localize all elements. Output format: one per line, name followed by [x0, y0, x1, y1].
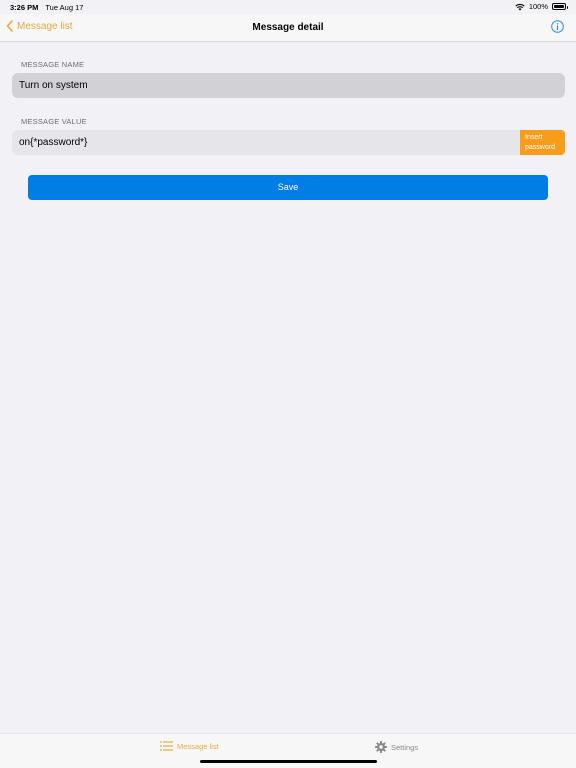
message-name-field[interactable]: Turn on system [12, 73, 565, 98]
home-indicator [200, 760, 377, 763]
wifi-icon [515, 3, 525, 10]
tab-settings-label: Settings [391, 742, 419, 752]
insert-password-line1: Insert [525, 134, 543, 141]
message-value-label: MESSAGE VALUE [21, 117, 87, 126]
message-value-field[interactable]: on{*password*} [12, 130, 520, 155]
status-bar: 3:26 PM Tue Aug 17 100% [0, 0, 576, 14]
status-time: 3:26 PM [10, 3, 39, 12]
status-date: Tue Aug 17 [45, 3, 84, 12]
list-icon [160, 741, 173, 751]
insert-password-line2: password [525, 143, 555, 151]
status-left: 3:26 PM Tue Aug 17 [10, 3, 83, 12]
screen: 3:26 PM Tue Aug 17 100% Message list Mes… [0, 0, 576, 768]
status-right: 100% [515, 2, 568, 11]
insert-password-button[interactable]: Insert password [520, 130, 565, 155]
tab-settings[interactable]: Settings [375, 741, 418, 753]
gear-icon [375, 741, 387, 753]
battery-icon [552, 3, 568, 10]
message-name-label: MESSAGE NAME [21, 60, 85, 69]
tab-message-list[interactable]: Message list [160, 741, 219, 751]
page-title: Message detail [252, 22, 324, 33]
save-button[interactable]: Save [28, 175, 548, 200]
info-icon[interactable] [551, 20, 564, 33]
tab-message-list-label: Message list [177, 741, 219, 751]
battery-percent: 100% [528, 2, 548, 11]
navigation-bar: Message list Message detail [0, 14, 576, 42]
